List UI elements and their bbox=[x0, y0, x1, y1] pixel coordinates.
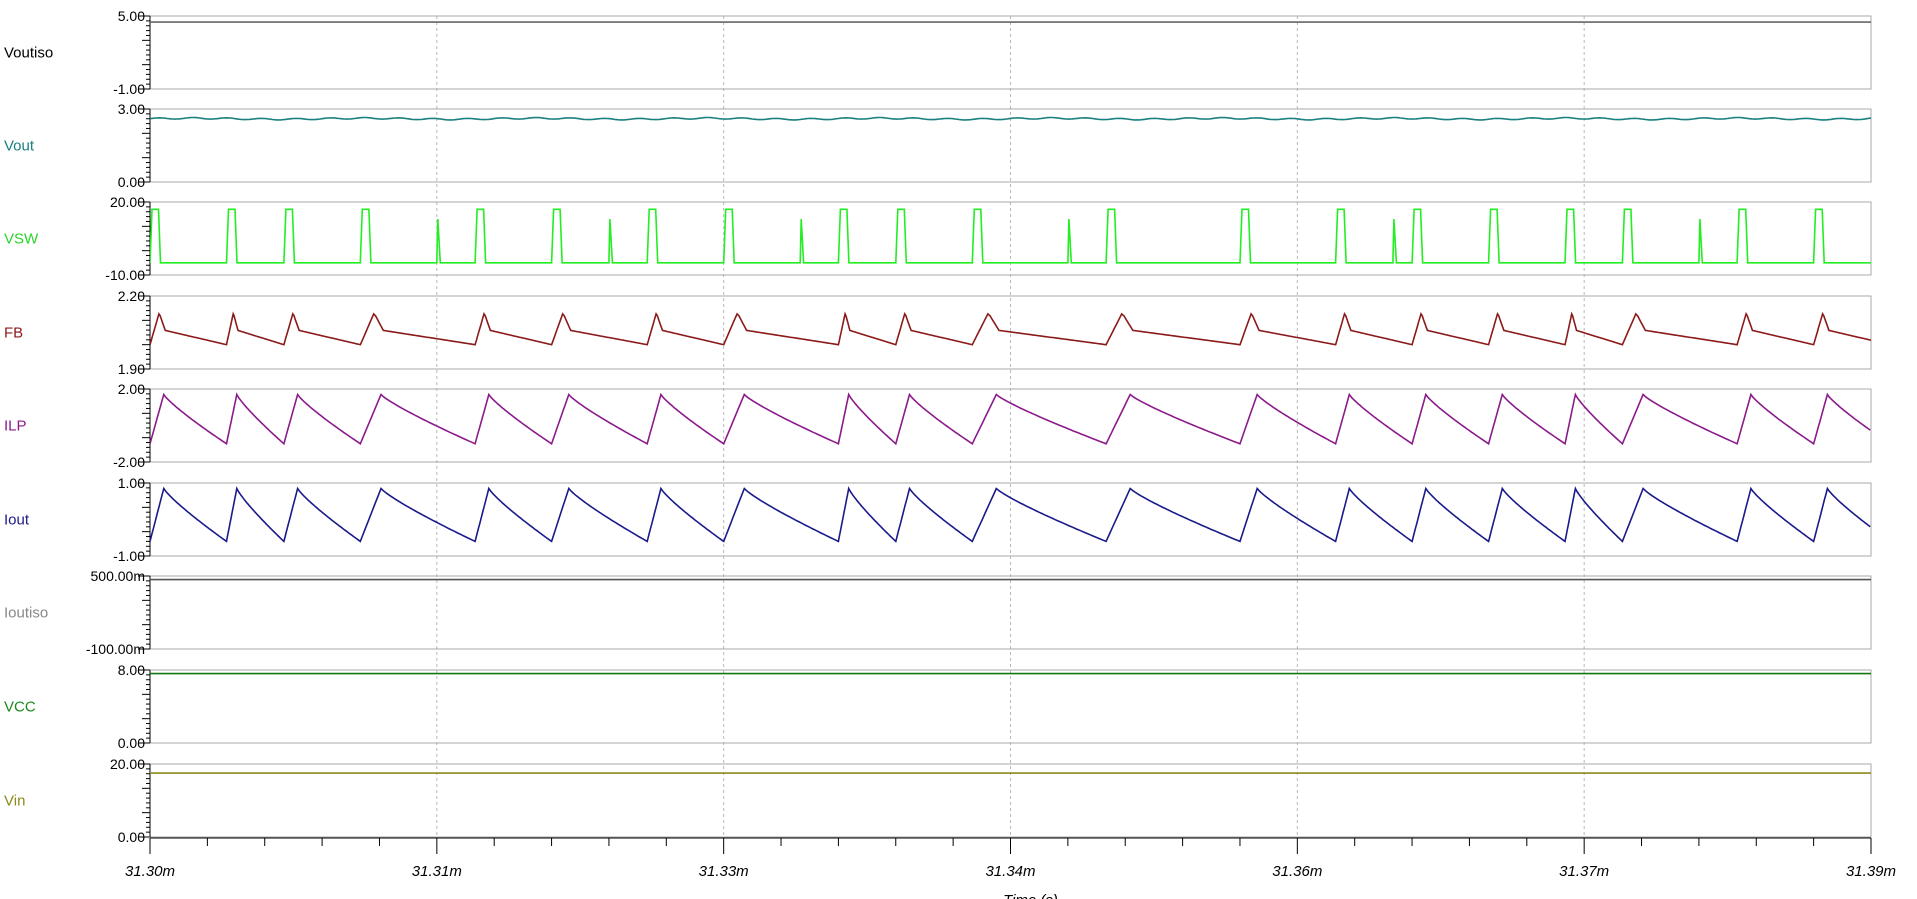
y-max-label: 2.00 bbox=[118, 381, 145, 397]
signal-name: Vout bbox=[4, 138, 35, 155]
trace-vsw bbox=[150, 208, 1871, 264]
y-min-label: -10.00 bbox=[105, 267, 145, 283]
panel-vsw: 20.00 -10.00 VSW bbox=[4, 194, 1872, 283]
y-min-label: 0.00 bbox=[118, 829, 145, 845]
panel-vout: 3.00 0.00 Vout bbox=[4, 101, 1872, 190]
x-tick-label: 31.31m bbox=[412, 863, 462, 880]
signal-name: VSW bbox=[4, 231, 39, 248]
x-tick-label: 31.37m bbox=[1559, 863, 1609, 880]
signal-name: Voutiso bbox=[4, 45, 53, 62]
y-min-label: -1.00 bbox=[113, 81, 145, 97]
x-tick-label: 31.30m bbox=[125, 863, 175, 880]
y-min-label: -100.00m bbox=[86, 641, 145, 657]
panel-ilp: 2.00 -2.00 ILP bbox=[4, 381, 1872, 470]
y-max-label: 8.00 bbox=[118, 662, 145, 678]
panel-fb: 2.20 1.90 FB bbox=[4, 288, 1872, 377]
y-max-label: 20.00 bbox=[110, 756, 145, 772]
signal-name: Ioutiso bbox=[4, 605, 48, 622]
signal-name: Vin bbox=[4, 793, 25, 810]
y-max-label: 20.00 bbox=[110, 194, 145, 210]
y-min-label: -2.00 bbox=[113, 454, 145, 470]
panel-iout: 1.00 -1.00 Iout bbox=[4, 475, 1872, 564]
x-tick-label: 31.33m bbox=[699, 863, 749, 880]
y-max-label: 500.00m bbox=[91, 568, 145, 584]
signal-name: Iout bbox=[4, 512, 30, 529]
y-max-label: 3.00 bbox=[118, 101, 145, 117]
y-max-label: 2.20 bbox=[118, 288, 145, 304]
panel-vin: 20.00 0.00 Vin bbox=[4, 756, 1872, 845]
y-min-label: 0.00 bbox=[118, 174, 145, 190]
x-tick-label: 31.39m bbox=[1846, 863, 1896, 880]
oscilloscope-chart: 5.00 -1.00 Voutiso 3.00 0.00 Vout 20.00 -10.00 V… bbox=[4, 8, 1896, 899]
x-axis: 31.30m 31.31m 31.33m 31.34m 31.36m 31.37m 31.3… bbox=[125, 837, 1896, 899]
panel-layer: 5.00 -1.00 Voutiso 3.00 0.00 Vout 20.00 -10.00 V… bbox=[4, 8, 1872, 845]
panel-voutiso: 5.00 -1.00 Voutiso bbox=[4, 8, 1872, 97]
y-max-label: 5.00 bbox=[118, 8, 145, 24]
panel-vcc: 8.00 0.00 VCC bbox=[4, 662, 1872, 751]
panel-ioutiso: 500.00m -100.00m Ioutiso bbox=[4, 568, 1872, 657]
signal-name: FB bbox=[4, 325, 23, 342]
signal-name: VCC bbox=[4, 699, 36, 716]
grid-layer bbox=[436, 16, 1585, 838]
y-min-label: -1.00 bbox=[113, 548, 145, 564]
x-tick-label: 31.34m bbox=[985, 863, 1035, 880]
x-axis-label: Time (s) bbox=[1003, 892, 1058, 899]
y-min-label: 1.90 bbox=[118, 361, 145, 377]
signal-name: ILP bbox=[4, 418, 27, 435]
x-tick-label: 31.36m bbox=[1272, 863, 1322, 880]
y-max-label: 1.00 bbox=[118, 475, 145, 491]
y-min-label: 0.00 bbox=[118, 735, 145, 751]
